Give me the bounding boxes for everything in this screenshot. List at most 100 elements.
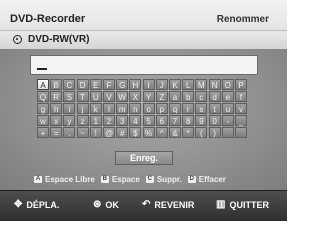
key-e[interactable]: e	[221, 91, 234, 102]
key-H[interactable]: H	[129, 79, 142, 90]
blue-square-icon: D	[187, 175, 196, 183]
key-3[interactable]: 3	[116, 115, 129, 126]
key-g[interactable]: g	[37, 103, 49, 114]
key-A[interactable]: A	[37, 79, 49, 90]
key-Q[interactable]: Q	[37, 91, 49, 102]
key-I[interactable]: I	[142, 79, 155, 90]
key-c[interactable]: c	[195, 91, 208, 102]
key-+[interactable]: +	[37, 127, 49, 138]
key-P[interactable]: P	[235, 79, 247, 90]
key-$[interactable]: $	[129, 127, 142, 138]
dpad-icon: ✥	[14, 199, 23, 210]
key-Z[interactable]: Z	[155, 91, 168, 102]
osd-window: DVD-Recorder Renommer DVD-RW(VR) ABCDEFG…	[0, 0, 287, 221]
key-1[interactable]: 1	[89, 115, 102, 126]
key-_[interactable]: _	[235, 115, 247, 126]
key-t[interactable]: t	[208, 103, 221, 114]
disc-bar: DVD-RW(VR)	[0, 30, 287, 50]
key-U[interactable]: U	[89, 91, 102, 102]
back-icon: ↶	[142, 199, 151, 210]
key-N[interactable]: N	[208, 79, 221, 90]
key-a[interactable]: a	[169, 91, 181, 102]
key-0[interactable]: 0	[208, 115, 221, 126]
key-([interactable]: (	[195, 127, 208, 138]
key-r[interactable]: r	[182, 103, 195, 114]
key-~[interactable]: ~	[76, 127, 89, 138]
key-)[interactable]: )	[208, 127, 221, 138]
key-d[interactable]: d	[208, 91, 221, 102]
title-input[interactable]	[30, 55, 258, 75]
key-s[interactable]: s	[195, 103, 208, 114]
back-label: REVENIR	[154, 200, 195, 210]
key-M[interactable]: M	[195, 79, 208, 90]
key-j[interactable]: j	[76, 103, 89, 114]
key-&[interactable]: &	[169, 127, 181, 138]
key-h[interactable]: h	[50, 103, 63, 114]
key-f[interactable]: f	[235, 91, 247, 102]
key-V[interactable]: V	[103, 91, 115, 102]
key-S[interactable]: S	[63, 91, 76, 102]
legend-space[interactable]: B Espace	[100, 175, 140, 184]
key-T[interactable]: T	[76, 91, 89, 102]
key-%[interactable]: %	[142, 127, 155, 138]
key-q[interactable]: q	[169, 103, 181, 114]
key-m[interactable]: m	[116, 103, 129, 114]
key--[interactable]: -	[221, 115, 234, 126]
key-W[interactable]: W	[116, 91, 129, 102]
key-F[interactable]: F	[103, 79, 115, 90]
key-2[interactable]: 2	[103, 115, 115, 126]
key-.[interactable]: .	[63, 127, 76, 138]
key-7[interactable]: 7	[169, 115, 181, 126]
key-B[interactable]: B	[50, 79, 63, 90]
key-p[interactable]: p	[155, 103, 168, 114]
legend-free-space[interactable]: A Espace Libre	[34, 175, 95, 184]
key-D[interactable]: D	[76, 79, 89, 90]
key-v[interactable]: v	[235, 103, 247, 114]
key-J[interactable]: J	[155, 79, 168, 90]
key-5[interactable]: 5	[142, 115, 155, 126]
legend-clear[interactable]: D Effacer	[187, 175, 226, 184]
key-![interactable]: !	[89, 127, 102, 138]
key-#[interactable]: #	[116, 127, 129, 138]
key-o[interactable]: o	[142, 103, 155, 114]
key-l[interactable]: l	[103, 103, 115, 114]
key-blank[interactable]	[221, 127, 234, 138]
legend-delete[interactable]: C Suppr.	[145, 175, 182, 184]
key-6[interactable]: 6	[155, 115, 168, 126]
key-i[interactable]: i	[63, 103, 76, 114]
key-4[interactable]: 4	[129, 115, 142, 126]
key-Y[interactable]: Y	[142, 91, 155, 102]
yellow-square-icon: C	[145, 175, 154, 183]
key-n[interactable]: n	[129, 103, 142, 114]
key-x[interactable]: x	[50, 115, 63, 126]
key-=[interactable]: =	[50, 127, 63, 138]
key-O[interactable]: O	[221, 79, 234, 90]
move-hint: ✥ DÉPLA.	[14, 199, 60, 211]
key-*[interactable]: *	[182, 127, 195, 138]
rename-label: Renommer	[216, 14, 269, 25]
key-y[interactable]: y	[63, 115, 76, 126]
key-@[interactable]: @	[103, 127, 115, 138]
enreg-button[interactable]: Enreg.	[115, 151, 173, 165]
key-8[interactable]: 8	[182, 115, 195, 126]
ok-icon: ⊛	[93, 199, 102, 210]
key-C[interactable]: C	[63, 79, 76, 90]
key-L[interactable]: L	[182, 79, 195, 90]
move-label: DÉPLA.	[26, 200, 60, 210]
disc-icon	[13, 35, 22, 44]
key-K[interactable]: K	[169, 79, 181, 90]
key-k[interactable]: k	[89, 103, 102, 114]
key-X[interactable]: X	[129, 91, 142, 102]
key-b[interactable]: b	[182, 91, 195, 102]
key-w[interactable]: w	[37, 115, 49, 126]
page-title: DVD-Recorder	[10, 13, 86, 25]
key-u[interactable]: u	[221, 103, 234, 114]
key-R[interactable]: R	[50, 91, 63, 102]
key-^[interactable]: ^	[155, 127, 168, 138]
key-E[interactable]: E	[89, 79, 102, 90]
quit-label: QUITTER	[229, 200, 269, 210]
key-blank[interactable]	[235, 127, 247, 138]
key-9[interactable]: 9	[195, 115, 208, 126]
key-z[interactable]: z	[76, 115, 89, 126]
key-G[interactable]: G	[116, 79, 129, 90]
